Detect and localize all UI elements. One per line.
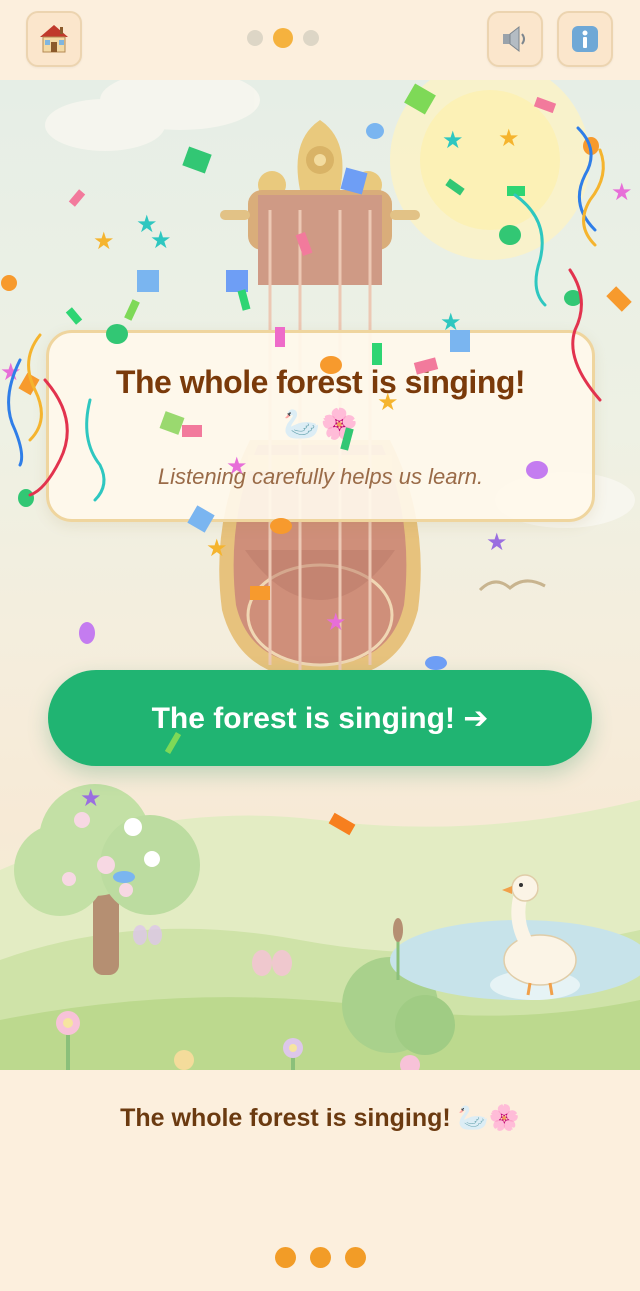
footer-caption: The whole forest is singing! 🦢🌸 [120, 1104, 520, 1132]
progress-dot-active [273, 28, 293, 48]
info-icon [572, 26, 598, 52]
bottom-dot [345, 1247, 366, 1268]
continue-button[interactable]: The forest is singing! ➔ [48, 670, 592, 766]
card-emojis: 🦢🌸 [283, 408, 358, 441]
forest-scene: The whole forest is singing! 🦢🌸 Listenin… [0, 80, 640, 1070]
sound-button[interactable] [487, 11, 543, 67]
scene-illustration [0, 80, 640, 1070]
message-card: The whole forest is singing! 🦢🌸 Listenin… [46, 330, 595, 522]
card-title: The whole forest is singing! [115, 364, 526, 400]
bottom-dot [310, 1247, 331, 1268]
page-progress [247, 28, 319, 48]
card-subtitle: Listening carefully helps us learn. [157, 464, 484, 489]
bottom-dot [275, 1247, 296, 1268]
speaker-icon [503, 25, 525, 53]
progress-dot [247, 30, 263, 46]
progress-dot [303, 30, 319, 46]
footer-panel: The whole forest is singing! 🦢🌸 [0, 1070, 640, 1291]
home-button[interactable] [26, 11, 82, 67]
info-button[interactable] [557, 11, 613, 67]
top-bar [0, 0, 640, 80]
house-icon [40, 25, 68, 53]
bottom-dots [275, 1247, 366, 1268]
